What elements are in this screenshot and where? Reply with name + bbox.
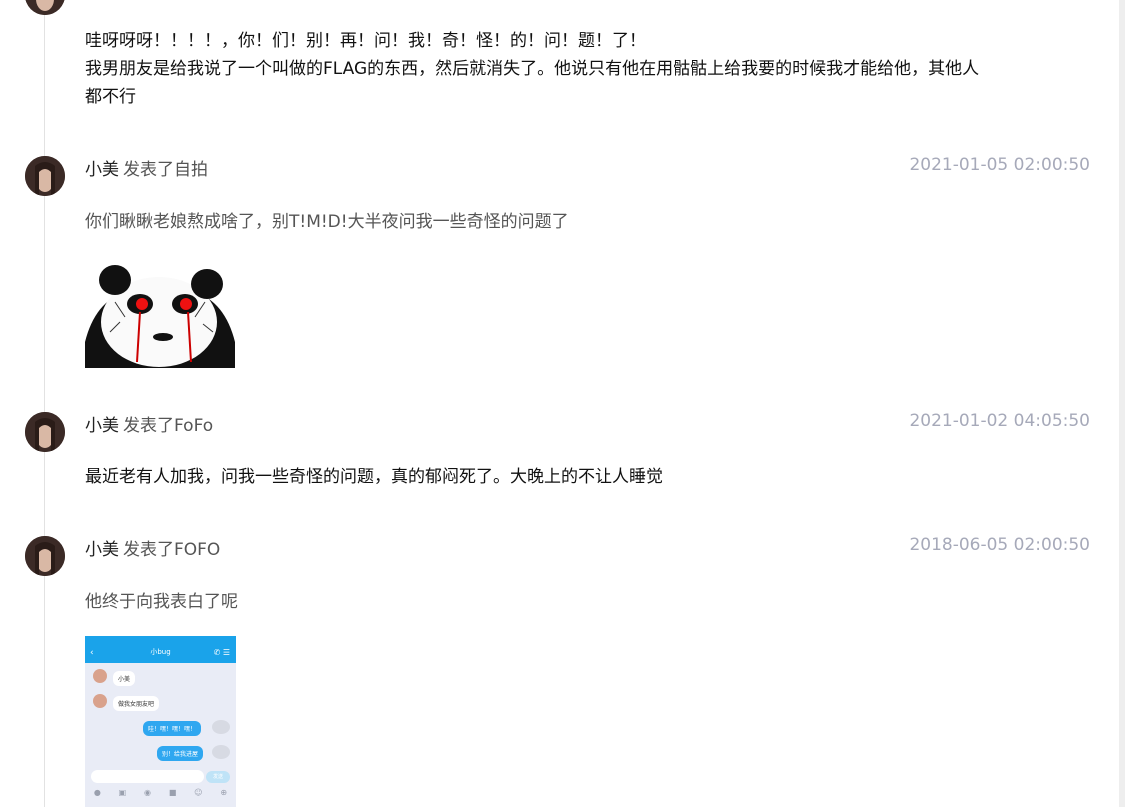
chat-message: 别！给我进屋 — [157, 746, 204, 761]
folder-icon: ■ — [168, 788, 177, 797]
emoji-icon: ☺ — [194, 788, 203, 797]
chat-message: 哇！嘿！嘿！嘿！ — [143, 721, 202, 736]
post-text: 你们瞅瞅老娘熬成啥了，别T!M!D!大半夜问我一些奇怪的问题了 — [85, 212, 569, 232]
post-author[interactable]: 小美 — [85, 540, 119, 560]
avatar[interactable] — [25, 412, 65, 452]
post-timestamp: 2021-01-05 02:00:50 — [909, 155, 1090, 175]
post-text: 哇呀呀呀！！！！，你！们！别！再！问！我！奇！怪！的！问！题！了！ 我男朋友是给… — [85, 27, 1085, 111]
chat-toolbar: ● ▣ ◉ ■ ☺ ⊕ — [85, 788, 236, 802]
post-line: 我男朋友是给我说了一个叫做的FLAG的东西，然后就消失了。他说只有他在用骷骷上给… — [85, 59, 980, 79]
scrollbar-track[interactable] — [1119, 0, 1125, 807]
avatar[interactable] — [25, 156, 65, 196]
avatar — [212, 720, 230, 734]
post-header: 小美 发表了FOFO 2018-06-05 02:00:50 — [85, 535, 1090, 560]
avatar[interactable] — [25, 536, 65, 576]
post-text: 他终于向我表白了呢 — [85, 592, 238, 612]
phone-status-bar — [85, 636, 236, 644]
post-image[interactable]: ‹ 小bug ✆ ☰ 小美 做我女朋友吧 哇！嘿！嘿！嘿！ 别！给我进屋 发送 … — [85, 636, 236, 807]
camera-icon: ◉ — [144, 788, 152, 797]
send-button: 发送 — [206, 771, 230, 783]
post-line: 都不行 — [85, 87, 136, 107]
post-timestamp: 2021-01-02 04:05:50 — [909, 411, 1090, 431]
chat-input — [91, 770, 204, 783]
timeline-line — [44, 0, 45, 807]
plus-icon: ⊕ — [220, 788, 228, 797]
phone-menu-icon: ✆ ☰ — [213, 648, 230, 657]
post-timestamp: 2018-06-05 02:00:50 — [909, 535, 1090, 555]
post-action: 发表了FoFo — [123, 416, 214, 436]
avatar — [93, 669, 107, 683]
chat-header: ‹ 小bug ✆ ☰ — [85, 644, 236, 663]
avatar — [93, 694, 107, 708]
post-author[interactable]: 小美 — [85, 160, 119, 180]
chat-message: 做我女朋友吧 — [113, 696, 160, 711]
mic-icon: ● — [93, 788, 101, 797]
image-icon: ▣ — [118, 788, 127, 797]
avatar[interactable] — [25, 0, 65, 15]
post-header: 小美 发表了自拍 2021-01-05 02:00:50 — [85, 155, 1090, 180]
post-action: 发表了自拍 — [123, 160, 208, 180]
chat-message: 小美 — [113, 671, 136, 686]
post-header: 小美 发表了FoFo 2021-01-02 04:05:50 — [85, 411, 1090, 436]
post-line: 哇呀呀呀！！！！，你！们！别！再！问！我！奇！怪！的！问！题！了！ — [85, 31, 646, 51]
post-image[interactable] — [85, 262, 235, 368]
post-text: 最近老有人加我，问我一些奇怪的问题，真的郁闷死了。大晚上的不让人睡觉 — [85, 467, 663, 487]
post-author[interactable]: 小美 — [85, 416, 119, 436]
avatar — [212, 745, 230, 759]
post-action: 发表了FOFO — [123, 540, 221, 560]
